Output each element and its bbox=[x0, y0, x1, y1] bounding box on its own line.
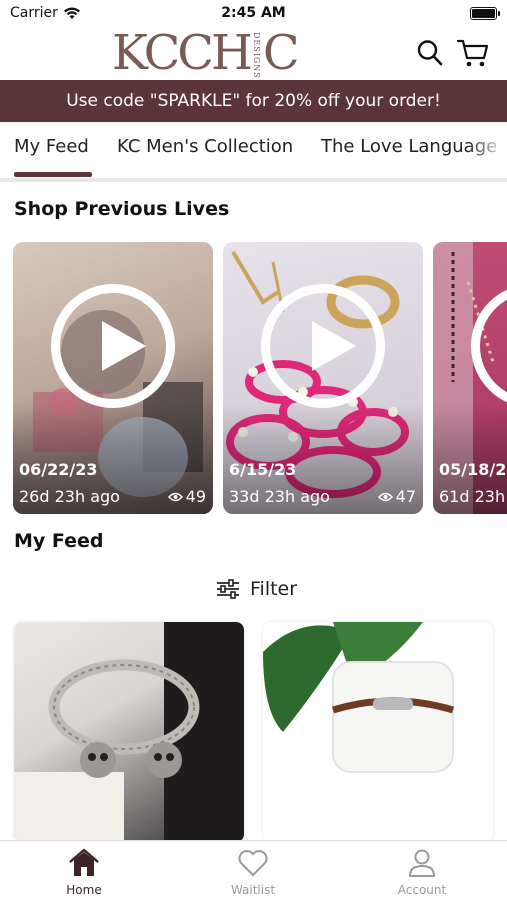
live-time-ago: 33d 23h ago bbox=[229, 487, 330, 506]
divider bbox=[0, 178, 507, 182]
eye-icon bbox=[377, 492, 393, 501]
logo-text-left: KCCH bbox=[112, 25, 253, 81]
status-bar: Carrier 2:45 AM bbox=[0, 0, 507, 28]
nav-home-label: Home bbox=[66, 883, 102, 897]
play-icon[interactable] bbox=[261, 284, 385, 408]
product-card[interactable] bbox=[263, 622, 493, 842]
bottom-nav: Home Waitlist Account bbox=[0, 840, 507, 900]
live-video-card[interactable]: 6/15/23 33d 23h ago 47 bbox=[223, 242, 423, 514]
filter-label: Filter bbox=[250, 578, 298, 600]
product-image bbox=[263, 622, 455, 773]
live-video-card[interactable]: 05/18/23 61d 23h ago bbox=[433, 242, 507, 514]
live-views: 49 bbox=[167, 487, 206, 506]
nav-account-label: Account bbox=[397, 883, 447, 897]
category-tabs: My Feed KC Men's Collection The Love Lan… bbox=[0, 122, 507, 178]
tabs-fade bbox=[467, 122, 507, 178]
product-card[interactable] bbox=[14, 622, 244, 842]
nav-home[interactable]: Home bbox=[34, 847, 134, 897]
play-icon[interactable] bbox=[51, 284, 175, 408]
brand-logo[interactable]: KCCH DESIGNS C bbox=[112, 25, 300, 81]
app-header: KCCH DESIGNS C bbox=[0, 25, 507, 81]
product-image bbox=[14, 622, 244, 842]
live-date: 6/15/23 bbox=[229, 460, 297, 479]
logo-text-right: C bbox=[262, 25, 300, 81]
live-views: 47 bbox=[377, 487, 416, 506]
previous-lives-carousel[interactable]: 06/22/23 26d 23h ago 49 6/15/23 33d 23h … bbox=[0, 242, 507, 514]
search-icon[interactable] bbox=[416, 38, 444, 68]
sliders-icon bbox=[217, 579, 239, 599]
live-time-ago: 26d 23h ago bbox=[19, 487, 120, 506]
logo-text-designs: DESIGNS bbox=[251, 32, 261, 79]
eye-icon bbox=[167, 492, 183, 501]
lives-section-title: Shop Previous Lives bbox=[14, 198, 230, 220]
promo-banner[interactable]: Use code "SPARKLE" for 20% off your orde… bbox=[0, 80, 507, 122]
active-tab-indicator bbox=[14, 172, 92, 177]
feed-section-title: My Feed bbox=[14, 530, 104, 552]
live-date: 05/18/23 bbox=[439, 460, 507, 479]
status-time: 2:45 AM bbox=[221, 5, 286, 21]
live-time-ago: 61d 23h ago bbox=[439, 487, 507, 506]
tab-my-feed[interactable]: My Feed bbox=[14, 136, 89, 157]
live-date: 06/22/23 bbox=[19, 460, 98, 479]
heart-icon bbox=[238, 850, 268, 877]
user-icon bbox=[408, 849, 436, 877]
views-count: 47 bbox=[395, 487, 416, 506]
battery-icon bbox=[470, 7, 500, 20]
nav-waitlist[interactable]: Waitlist bbox=[203, 847, 303, 897]
tab-kc-mens-collection[interactable]: KC Men's Collection bbox=[117, 136, 293, 157]
home-icon bbox=[69, 848, 99, 876]
views-count: 49 bbox=[185, 487, 206, 506]
filter-button[interactable]: Filter bbox=[216, 576, 297, 602]
cart-icon[interactable] bbox=[456, 37, 490, 69]
nav-account[interactable]: Account bbox=[372, 847, 472, 897]
promo-text: Use code "SPARKLE" for 20% off your orde… bbox=[66, 91, 441, 111]
nav-waitlist-label: Waitlist bbox=[230, 883, 276, 897]
live-video-card[interactable]: 06/22/23 26d 23h ago 49 bbox=[13, 242, 213, 514]
